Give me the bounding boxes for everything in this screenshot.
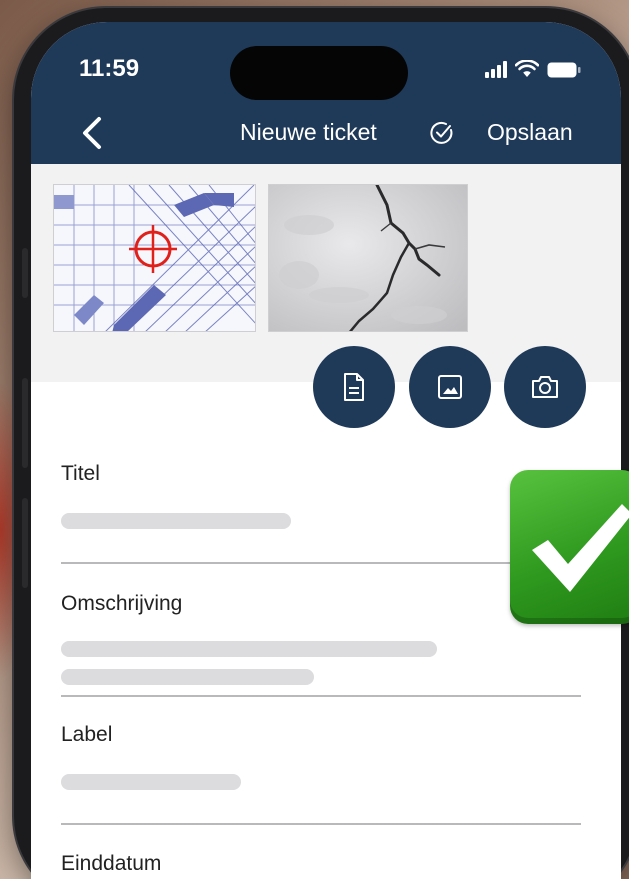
camera-icon [532, 376, 558, 398]
wifi-icon [515, 60, 539, 78]
app-header: 11:59 Nieuwe ticket Opslaan [31, 22, 621, 164]
omschrijving-placeholder-line-2 [61, 669, 314, 685]
app-screen: 11:59 Nieuwe ticket Opslaan Titel Omschr… [31, 22, 621, 879]
add-document-button[interactable] [313, 346, 395, 428]
titel-label: Titel [61, 462, 100, 485]
divider [61, 562, 581, 564]
take-photo-button[interactable] [504, 346, 586, 428]
omschrijving-placeholder-line-1 [61, 641, 437, 657]
crack-photo-thumbnail[interactable] [268, 184, 468, 332]
battery-icon [547, 62, 581, 78]
status-time: 11:59 [79, 55, 140, 82]
action-button [22, 248, 28, 298]
image-icon [438, 375, 462, 399]
einddatum-label: Einddatum [61, 852, 162, 875]
document-icon [344, 373, 364, 401]
label-placeholder [61, 774, 241, 790]
check-circle-icon[interactable] [429, 120, 455, 146]
volume-up-button [22, 378, 28, 468]
back-chevron-icon[interactable] [79, 116, 105, 150]
label-field[interactable]: Label [61, 723, 581, 790]
page-title: Nieuwe ticket [240, 119, 377, 145]
check-mark-icon [510, 470, 629, 624]
status-icons [485, 56, 581, 78]
omschrijving-label: Omschrijving [61, 592, 183, 615]
omschrijving-field[interactable]: Omschrijving [61, 592, 581, 685]
titel-placeholder [61, 513, 291, 529]
titel-field[interactable]: Titel [61, 462, 581, 529]
floor-plan-thumbnail[interactable] [53, 184, 256, 332]
label-label: Label [61, 723, 113, 746]
volume-down-button [22, 498, 28, 588]
divider [61, 823, 581, 825]
dynamic-island [230, 46, 408, 100]
divider [61, 695, 581, 697]
cellular-signal-icon [485, 60, 507, 78]
save-button[interactable]: Opslaan [487, 119, 573, 146]
einddatum-field[interactable]: Einddatum [61, 852, 581, 876]
attachments-area [31, 164, 621, 428]
add-image-button[interactable] [409, 346, 491, 428]
